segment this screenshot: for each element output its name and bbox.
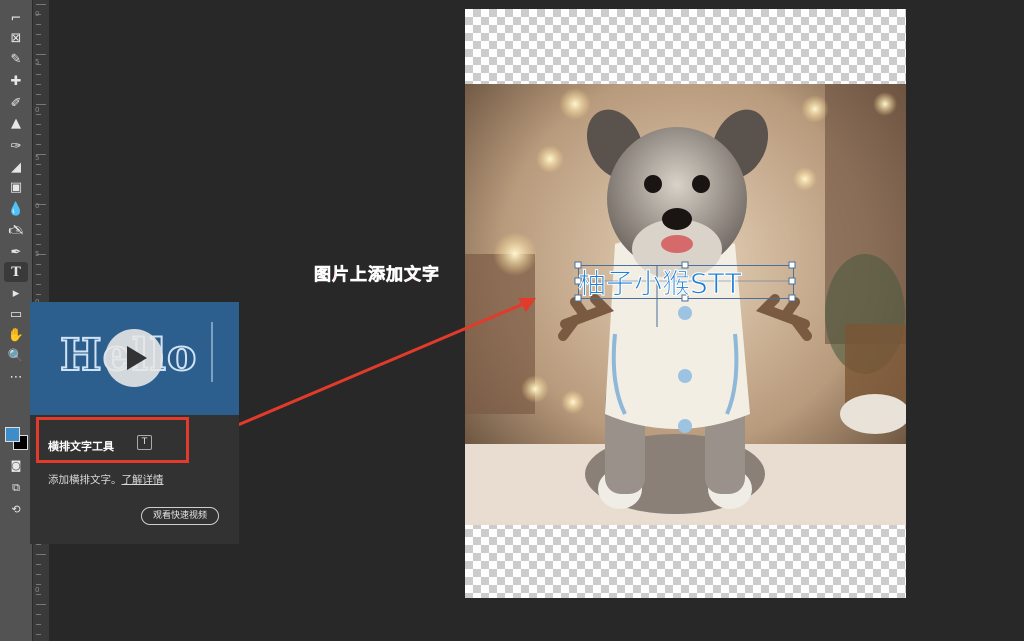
- ruler-tick: [36, 264, 41, 265]
- ruler-tick: [36, 284, 41, 285]
- ruler-tick: [36, 134, 41, 135]
- ruler-tick: [36, 214, 41, 215]
- brush-tool-icon[interactable]: ✐: [4, 93, 28, 113]
- healing-brush-tool-icon[interactable]: ✚: [4, 71, 28, 91]
- crop-tool-icon[interactable]: ⌐: [4, 8, 28, 28]
- annotation-label: 图片上添加文字: [314, 265, 440, 286]
- ruler-label: 5: [35, 58, 40, 66]
- ruler-tick: [36, 604, 46, 605]
- canvas-type-layer-text[interactable]: 柚子小猴STT: [578, 262, 742, 302]
- blur-tool-icon[interactable]: 💧: [4, 199, 28, 219]
- ruler-tick: [36, 24, 41, 25]
- ruler-tick: [36, 184, 41, 185]
- ruler-tick: [36, 74, 41, 75]
- type-tool-icon[interactable]: T: [4, 262, 28, 282]
- ruler-label: 0: [35, 586, 40, 594]
- ruler-label: 5: [35, 154, 40, 162]
- path-selection-tool-icon[interactable]: ▸: [4, 283, 28, 303]
- watch-video-button[interactable]: 观看快速视频: [141, 507, 219, 525]
- edit-toolbar-icon[interactable]: ⟲: [4, 499, 28, 519]
- more-tools-icon[interactable]: ⋯: [4, 367, 28, 387]
- tooltip-desc-text: 添加横排文字。: [48, 474, 122, 486]
- ruler-tick: [36, 174, 41, 175]
- gradient-tool-icon[interactable]: ▣: [4, 177, 28, 197]
- learn-more-link[interactable]: 了解详情: [122, 474, 164, 486]
- ruler-tick: [36, 554, 46, 555]
- ruler-tick: [36, 614, 41, 615]
- eraser-tool-icon[interactable]: ◢: [4, 157, 28, 177]
- play-icon[interactable]: [105, 329, 163, 387]
- foreground-color-swatch[interactable]: [5, 427, 20, 442]
- ruler-tick: [36, 194, 41, 195]
- frame-tool-icon[interactable]: ⊠: [4, 28, 28, 48]
- ruler-tick: [36, 44, 41, 45]
- history-brush-tool-icon[interactable]: ✑: [4, 136, 28, 156]
- ruler-tick: [36, 34, 41, 35]
- pen-tool-icon[interactable]: ✒: [4, 242, 28, 262]
- tooltip-video-preview[interactable]: Hello: [30, 302, 239, 415]
- ruler-tick: [36, 234, 41, 235]
- eyedropper-tool-icon[interactable]: ✎: [4, 49, 28, 69]
- ruler-tick: [36, 574, 41, 575]
- tools-panel: ⌐ ⊠ ✎ ✚ ✐ ▲ ✑ ◢ ▣ 💧 🖎 ✒ T ▸ ▭ ✋ 🔍 ⋯ ◙ ⧉ ⟲: [0, 0, 32, 641]
- ruler-label: 0: [35, 202, 40, 210]
- ruler-tick: [36, 624, 41, 625]
- mask-icon[interactable]: ◙: [4, 455, 28, 475]
- ruler-label: 0: [35, 106, 40, 114]
- ruler-tick: [36, 114, 41, 115]
- ruler-tick: [36, 164, 41, 165]
- ruler-tick: [36, 224, 41, 225]
- ruler-tick: [36, 274, 41, 275]
- color-swatches[interactable]: [4, 426, 28, 450]
- clone-stamp-tool-icon[interactable]: ▲: [4, 113, 28, 133]
- ruler-tick: [36, 294, 41, 295]
- ruler-tick: [36, 244, 41, 245]
- ruler-tick: [36, 124, 41, 125]
- ruler-label: 5: [35, 250, 40, 258]
- screen-mode-icon[interactable]: ⧉: [4, 477, 28, 497]
- ruler-tick: [36, 634, 41, 635]
- ruler-tick: [36, 94, 41, 95]
- hand-tool-icon[interactable]: ✋: [4, 325, 28, 345]
- dodge-tool-icon[interactable]: 🖎: [4, 220, 28, 240]
- ruler-tick: [36, 4, 46, 5]
- ruler-tick: [36, 104, 46, 105]
- ruler-tick: [36, 84, 41, 85]
- zoom-tool-icon[interactable]: 🔍: [4, 346, 28, 366]
- ruler-tick: [36, 54, 46, 55]
- ruler-label: 0: [35, 10, 40, 18]
- ruler-tick: [36, 144, 41, 145]
- ruler-tick: [36, 584, 41, 585]
- highlight-box: [36, 417, 189, 463]
- ruler-tick: [36, 594, 41, 595]
- rectangle-tool-icon[interactable]: ▭: [4, 304, 28, 324]
- ruler-tick: [36, 564, 41, 565]
- tooltip-description: 添加横排文字。了解详情: [48, 472, 164, 487]
